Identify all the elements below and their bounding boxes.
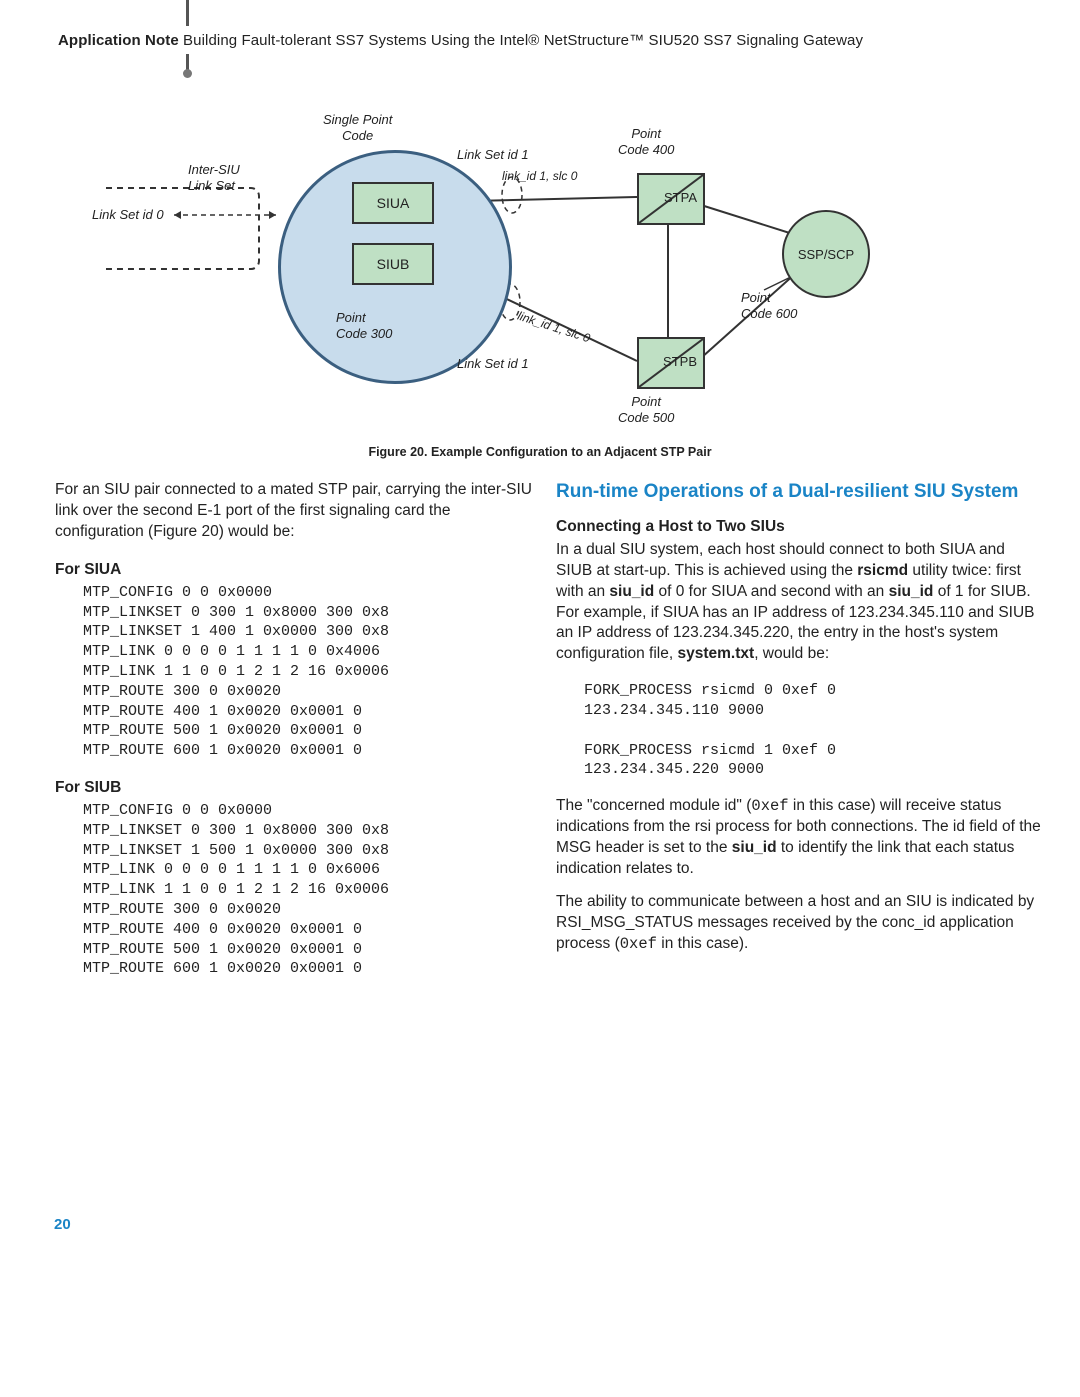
figure-caption: Figure 20. Example Configuration to an A… [0, 445, 1080, 459]
ssp-scp-circle: SSP/SCP [782, 210, 870, 298]
siua-code: MTP_CONFIG 0 0 0x0000 MTP_LINKSET 0 300 … [83, 583, 540, 761]
label-inter-siu: Inter-SIU Link Set [188, 162, 240, 195]
siub-box: SIUB [352, 243, 434, 285]
stpb-box: STPB [637, 337, 705, 389]
section-title: Run-time Operations of a Dual-resilient … [556, 480, 1041, 504]
header-dot [183, 69, 192, 78]
header-bold: Application Note [58, 32, 179, 49]
left-column: For an SIU pair connected to a mated STP… [55, 480, 540, 979]
label-linkset0: Link Set id 0 [92, 207, 164, 223]
figure-20-diagram: SIUA SIUB STPA STPB SSP/SCP Single Point… [86, 110, 906, 440]
para-1: In a dual SIU system, each host should c… [556, 540, 1041, 666]
label-point400: Point Code 400 [618, 126, 674, 159]
right-column: Run-time Operations of a Dual-resilient … [556, 480, 1041, 955]
para-3: The ability to communicate between a hos… [556, 892, 1041, 955]
running-header: Application Note Building Fault-tolerant… [58, 32, 1038, 49]
siua-heading: For SIUA [55, 561, 540, 579]
label-point500: Point Code 500 [618, 394, 674, 427]
siub-heading: For SIUB [55, 779, 540, 797]
header-rest: Building Fault-tolerant SS7 Systems Usin… [179, 32, 863, 49]
label-point300: Point Code 300 [336, 310, 392, 343]
label-single-point: Single Point Code [323, 112, 392, 145]
label-linkid1-top: link_id 1, slc 0 [502, 169, 577, 184]
siub-code: MTP_CONFIG 0 0 0x0000 MTP_LINKSET 0 300 … [83, 801, 540, 979]
siua-box: SIUA [352, 182, 434, 224]
stpa-box: STPA [637, 173, 705, 225]
label-linkset1-top: Link Set id 1 [457, 147, 529, 163]
label-point600: Point Code 600 [741, 290, 797, 323]
label-linkset1-bot: Link Set id 1 [457, 356, 529, 372]
para-2: The "concerned module id" (0xef in this … [556, 796, 1041, 880]
subhead-connecting: Connecting a Host to Two SIUs [556, 518, 1041, 536]
page-number: 20 [54, 1216, 71, 1233]
fork-process-code: FORK_PROCESS rsicmd 0 0xef 0 123.234.345… [584, 681, 1041, 780]
left-intro: For an SIU pair connected to a mated STP… [55, 480, 540, 543]
header-rule-top [186, 0, 189, 26]
